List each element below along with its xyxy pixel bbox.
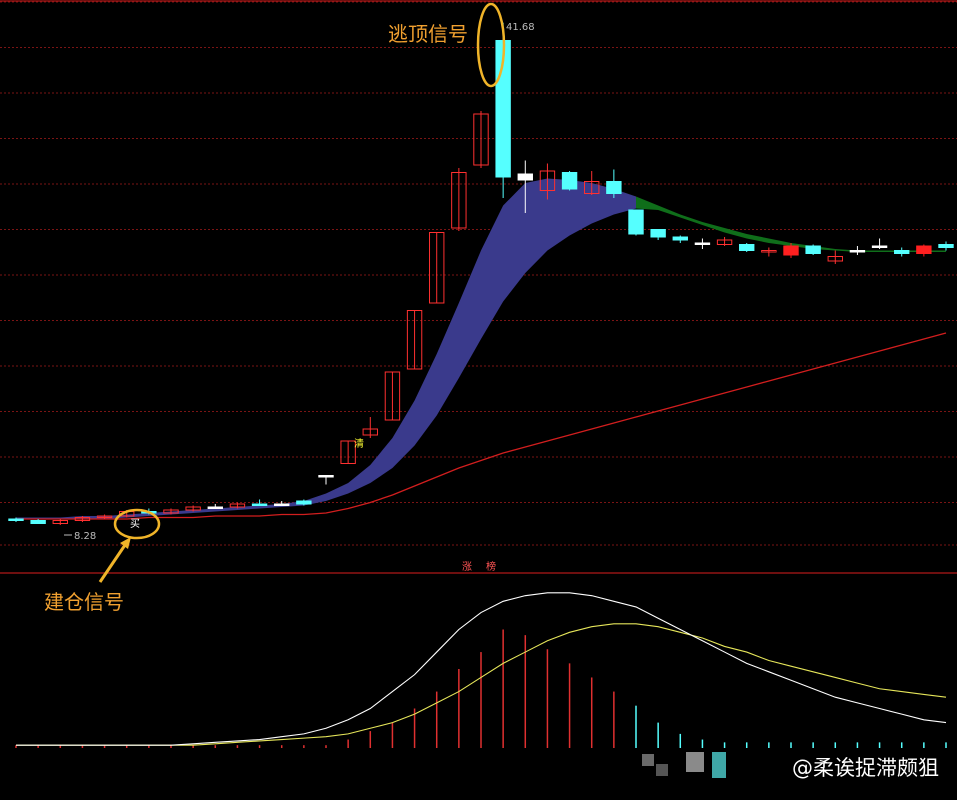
candle-body	[251, 503, 268, 506]
candle-body	[8, 518, 24, 521]
top-signal-label: 逃顶信号	[388, 22, 468, 46]
build-signal-label: 建仓信号	[44, 590, 124, 614]
candle	[606, 169, 622, 198]
candle	[827, 250, 843, 264]
candle-body	[849, 250, 866, 253]
candle	[938, 241, 954, 251]
stock-chart: 逃顶信号 41.68 买 8.28 清 建仓信号 涨 榜	[0, 0, 957, 748]
candle	[318, 475, 334, 485]
candle	[52, 519, 68, 525]
watermark-text: @柔诶捉滞颇狙	[792, 756, 939, 780]
candle-body	[739, 244, 755, 251]
candle-body	[274, 503, 290, 506]
candle-body	[30, 520, 46, 524]
candle	[274, 501, 290, 506]
candle-body	[606, 181, 622, 194]
candle	[429, 232, 445, 304]
candle	[761, 247, 777, 257]
candle	[362, 417, 378, 438]
candle	[871, 238, 888, 249]
candle-body	[318, 475, 334, 478]
candle	[694, 238, 711, 249]
candle	[650, 229, 666, 240]
candle-body	[650, 229, 666, 238]
candle	[716, 237, 733, 246]
high-price-label: 41.68	[506, 22, 535, 33]
candle-body	[916, 245, 932, 254]
candle	[849, 246, 866, 255]
buy-marker: 买	[130, 518, 140, 530]
candle	[406, 310, 423, 370]
candle-body	[561, 172, 578, 190]
candle-body	[805, 245, 821, 254]
indicator-title-left: 涨	[462, 561, 472, 573]
candle	[739, 243, 755, 252]
candle	[451, 168, 467, 231]
build-signal-arrow-head	[120, 537, 131, 549]
candle-body	[894, 250, 910, 254]
candle	[805, 244, 821, 255]
candle-body	[672, 236, 688, 241]
build-signal-arrow-shaft	[98, 541, 129, 583]
candle-body	[938, 244, 954, 248]
candle	[473, 111, 489, 168]
candle-body	[628, 209, 644, 235]
candle	[384, 371, 401, 421]
candle	[916, 244, 932, 257]
candle	[30, 519, 46, 524]
candle	[672, 235, 688, 243]
indicator-panel	[15, 592, 947, 748]
indicator-title-right: 榜	[486, 560, 496, 573]
candle	[894, 247, 910, 257]
candle-body	[517, 173, 533, 181]
candle-body	[783, 245, 799, 256]
candle-body	[296, 500, 312, 505]
candle	[561, 171, 578, 191]
clear-marker: 清	[354, 437, 364, 450]
ma-line	[16, 332, 947, 520]
candle	[207, 504, 223, 509]
candle-body	[207, 506, 223, 509]
candle	[628, 209, 644, 236]
candle-body	[694, 242, 711, 245]
candle-body	[871, 245, 888, 248]
low-price-label: 8.28	[74, 531, 96, 542]
long-moving-average	[16, 332, 947, 520]
